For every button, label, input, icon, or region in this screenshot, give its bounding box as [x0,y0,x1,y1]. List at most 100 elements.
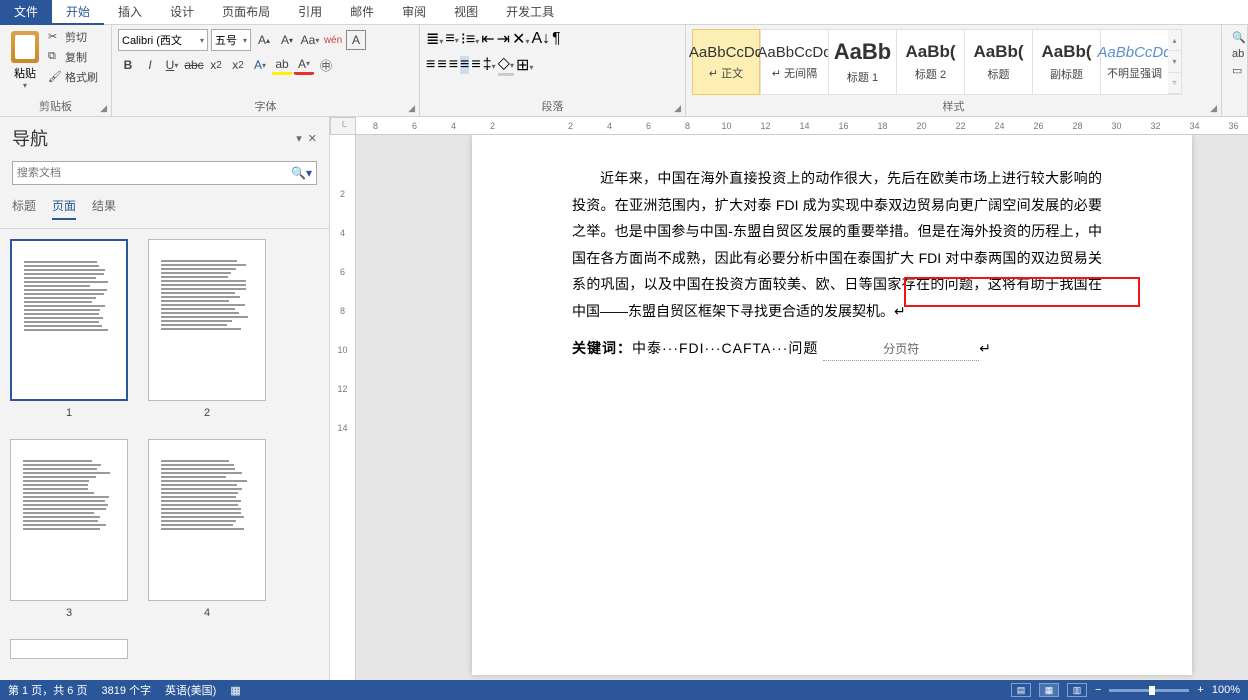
style-preview: AaBb( [973,42,1023,62]
nav-tab-results[interactable]: 结果 [92,197,116,220]
superscript-button[interactable]: x2 [228,55,248,75]
grow-font-button[interactable]: A▴ [254,30,274,50]
thumb-number: 3 [66,607,72,619]
replace-icon[interactable]: ab [1232,48,1237,60]
page-scroll[interactable]: 近年来，中国在海外直接投资上的动作很大，先后在欧美市场上进行较大影响的投资。在亚… [356,135,1248,680]
tab-view[interactable]: 视图 [440,0,492,25]
page[interactable]: 近年来，中国在海外直接投资上的动作很大，先后在欧美市场上进行较大影响的投资。在亚… [472,135,1192,675]
decrease-indent-button[interactable]: ⇤ [481,29,494,49]
bullets-button[interactable]: ≣▾ [426,29,443,49]
increase-indent-button[interactable]: ⇥ [497,29,510,49]
style-preview: AaBb( [1041,42,1091,62]
underline-button[interactable]: U▾ [162,55,182,75]
nav-search-input[interactable] [17,167,291,179]
main-area: 导航 ▾✕ 🔍▾ 标题 页面 结果 1234 └ 864224681012141… [0,117,1248,680]
clipboard-launcher-icon[interactable]: ◢ [100,103,107,114]
tab-home[interactable]: 开始 [52,0,104,25]
thumb-page-3[interactable]: 3 [10,439,128,619]
status-macro-icon[interactable]: ▦ [230,684,240,697]
align-right-button[interactable]: ≡ [449,56,458,74]
status-page[interactable]: 第 1 页，共 6 页 [8,682,87,698]
strikethrough-button[interactable]: abc [184,55,204,75]
keywords-line[interactable]: 关键词：中泰···FDI···CAFTA···问题 分页符↵ [572,335,1102,362]
show-marks-button[interactable]: ¶ [552,30,561,48]
thumb-page-1[interactable]: 1 [10,239,128,419]
tab-layout[interactable]: 页面布局 [208,0,284,25]
format-painter-button[interactable]: 🖌格式刷 [48,69,98,85]
distribute-button[interactable]: ≡ [471,56,480,74]
align-center-button[interactable]: ≡ [437,56,446,74]
nav-tab-headings[interactable]: 标题 [12,197,36,220]
line-spacing-button[interactable]: ‡▾ [483,56,496,74]
body-paragraph[interactable]: 近年来，中国在海外直接投资上的动作很大，先后在欧美市场上进行较大影响的投资。在亚… [572,165,1102,325]
status-words[interactable]: 3819 个字 [101,682,151,698]
nav-search-box[interactable]: 🔍▾ [12,161,317,185]
horizontal-ruler[interactable]: 8642246810121416182022242628303234363840… [356,117,1248,135]
thumb-page-5[interactable] [10,639,128,659]
group-editing: 🔍 ab ▭ [1222,25,1248,116]
search-icon[interactable]: 🔍▾ [291,166,312,180]
sort-button[interactable]: A↓ [531,30,550,48]
tab-review[interactable]: 审阅 [388,0,440,25]
justify-button[interactable]: ≡ [460,56,469,74]
tab-file[interactable]: 文件 [0,0,52,25]
shading-button[interactable]: ◇▾ [498,53,514,76]
borders-button[interactable]: ⊞▾ [516,55,533,75]
phonetic-guide-button[interactable]: wén [323,30,343,50]
find-icon[interactable]: 🔍 [1232,31,1237,44]
zoom-in-button[interactable]: + [1197,684,1203,696]
paste-button[interactable]: 粘贴 ▾ [6,29,44,90]
style-item-3[interactable]: AaBb(标题 2 [896,29,964,95]
vertical-ruler[interactable]: 2468101214 [330,135,356,680]
align-left-button[interactable]: ≡ [426,56,435,74]
style-item-4[interactable]: AaBb(标题 [964,29,1032,95]
style-item-0[interactable]: AaBbCcDd↵ 正文 [692,29,760,95]
view-print-icon[interactable]: ▦ [1039,683,1059,697]
view-web-icon[interactable]: ▥ [1067,683,1087,697]
font-color-button[interactable]: A▾ [294,55,314,75]
tab-insert[interactable]: 插入 [104,0,156,25]
nav-tab-pages[interactable]: 页面 [52,197,76,220]
font-size-select[interactable]: 五号▾ [211,29,251,51]
zoom-value[interactable]: 100% [1212,684,1240,696]
nav-close-icon[interactable]: ✕ [308,132,317,145]
font-launcher-icon[interactable]: ◢ [408,103,415,114]
zoom-out-button[interactable]: − [1095,684,1101,696]
nav-dropdown-icon[interactable]: ▾ [296,132,302,145]
styles-launcher-icon[interactable]: ◢ [1210,103,1217,114]
style-item-6[interactable]: AaBbCcDd不明显强调 [1100,29,1168,95]
status-lang[interactable]: 英语(美国) [165,682,216,698]
style-name: 标题 1 [847,69,878,85]
tab-design[interactable]: 设计 [156,0,208,25]
style-item-2[interactable]: AaBb标题 1 [828,29,896,95]
asian-layout-button[interactable]: ✕▾ [512,29,529,49]
tab-references[interactable]: 引用 [284,0,336,25]
select-icon[interactable]: ▭ [1232,64,1237,77]
style-item-1[interactable]: AaBbCcDd↵ 无间隔 [760,29,828,95]
subscript-button[interactable]: x2 [206,55,226,75]
multilevel-button[interactable]: ⁝≡▾ [461,29,479,49]
thumb-page-2[interactable]: 2 [148,239,266,419]
change-case-button[interactable]: Aa▾ [300,30,320,50]
enclose-char-button[interactable]: ㊥ [316,55,336,75]
cut-button[interactable]: ✂剪切 [48,29,98,45]
font-name-select[interactable]: Calibri (西文▾ [118,29,208,51]
text-effects-button[interactable]: A▾ [250,55,270,75]
zoom-slider[interactable] [1109,689,1189,692]
italic-button[interactable]: I [140,55,160,75]
clear-format-button[interactable]: A [346,30,366,50]
thumb-page-4[interactable]: 4 [148,439,266,619]
paragraph-launcher-icon[interactable]: ◢ [674,103,681,114]
bold-button[interactable]: B [118,55,138,75]
style-item-5[interactable]: AaBb(副标题 [1032,29,1100,95]
numbering-button[interactable]: ≡▾ [445,30,458,48]
copy-button[interactable]: ⧉复制 [48,49,98,65]
keywords-label: 关键词： [572,340,632,356]
tab-devtools[interactable]: 开发工具 [492,0,568,25]
tab-mailings[interactable]: 邮件 [336,0,388,25]
shrink-font-button[interactable]: A▾ [277,30,297,50]
view-read-icon[interactable]: ▤ [1011,683,1031,697]
styles-gallery[interactable]: AaBbCcDd↵ 正文AaBbCcDd↵ 无间隔AaBb标题 1AaBb(标题… [692,29,1182,95]
gallery-scroll[interactable]: ▴▾▿ [1168,29,1182,95]
highlight-button[interactable]: ab [272,55,292,75]
